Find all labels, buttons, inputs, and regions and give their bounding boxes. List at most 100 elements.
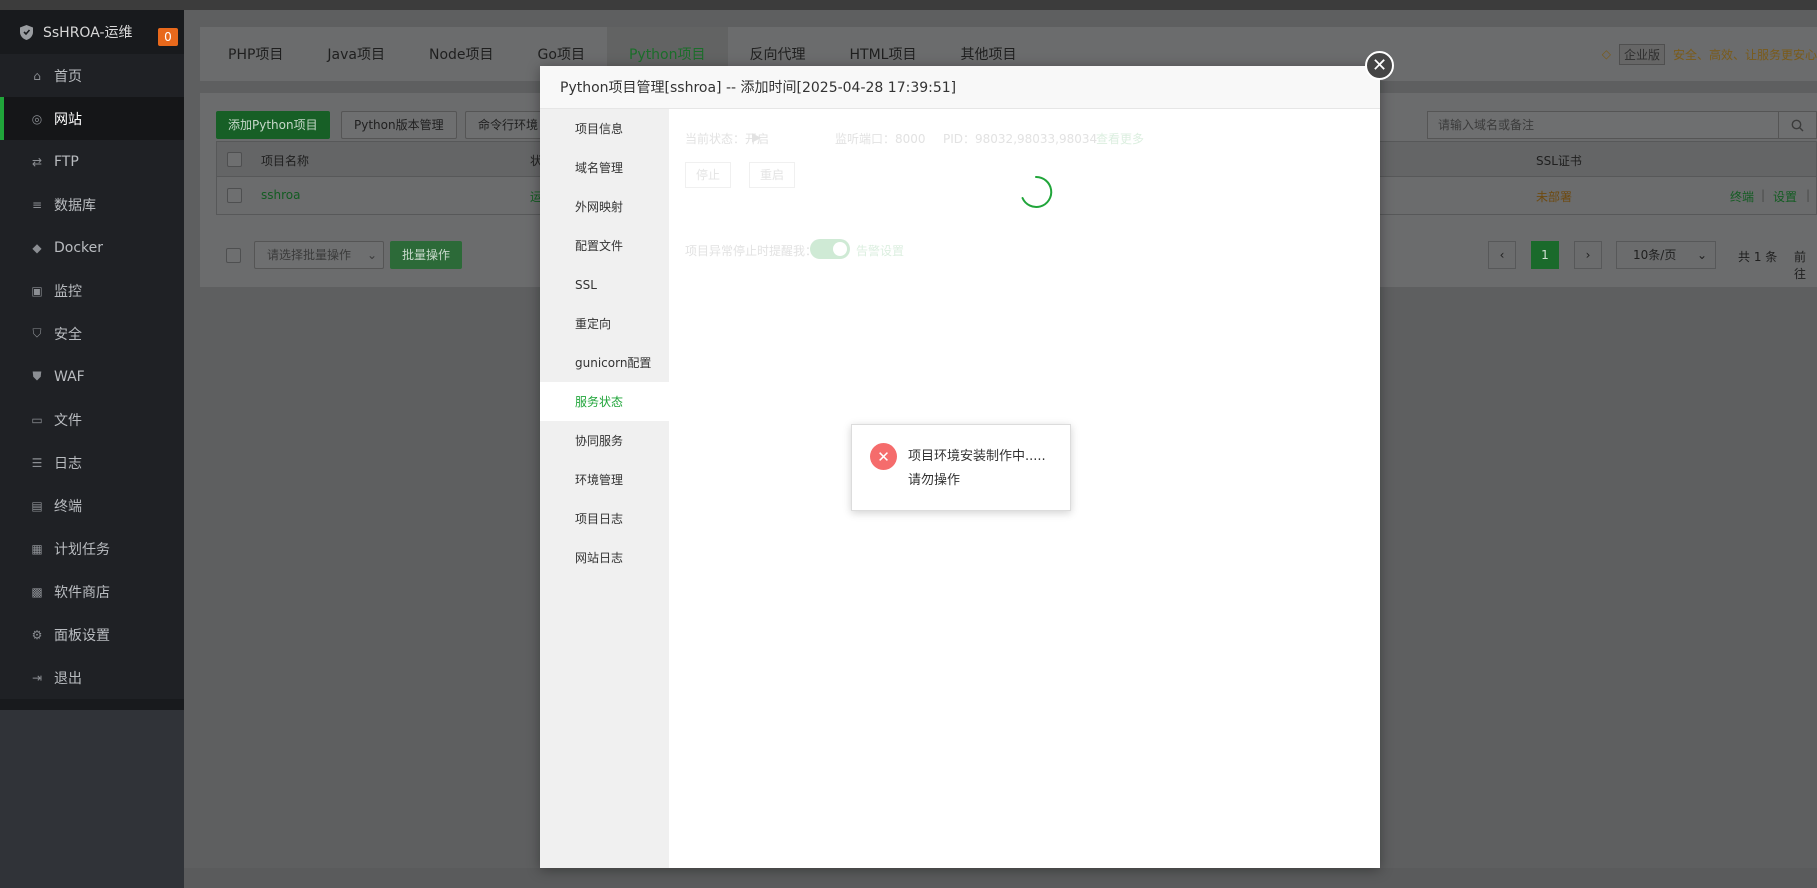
brand[interactable]: SsHROA-运维 0 — [0, 10, 184, 54]
batch-select-checkbox[interactable] — [226, 248, 241, 263]
modal-nav-item-5[interactable]: 重定向 — [540, 304, 669, 343]
modal-nav-item-7[interactable]: 服务状态 — [540, 382, 669, 421]
alert-toggle[interactable] — [810, 239, 850, 259]
prev-page-button[interactable]: ‹ — [1488, 241, 1516, 269]
add-python-project-button[interactable]: 添加Python项目 — [216, 111, 330, 139]
sidebar-item-1[interactable]: ◎ 网站 — [0, 97, 184, 140]
sidebar-item-9[interactable]: ☰ 日志 — [0, 441, 184, 484]
error-toast: ✕ 项目环境安装制作中.....请勿操作 — [851, 424, 1071, 511]
sidebar-item-label: 软件商店 — [54, 584, 110, 601]
sidebar-item-2[interactable]: ⇄ FTP — [0, 140, 184, 183]
search-input[interactable]: 请输入域名或备注 — [1427, 111, 1817, 139]
batch-action-button[interactable]: 批量操作 — [390, 241, 463, 269]
main-footer-strip — [184, 868, 1817, 888]
log-icon: ☰ — [31, 455, 43, 470]
col-project-name[interactable]: 项目名称 — [261, 152, 309, 169]
cli-env-button[interactable]: 命令行环境 — [465, 111, 545, 139]
sidebar-item-label: FTP — [54, 153, 79, 170]
modal-nav-item-0[interactable]: 项目信息 — [540, 109, 669, 148]
modal-nav-item-10[interactable]: 项目日志 — [540, 499, 669, 538]
calendar-icon: ▦ — [31, 541, 43, 556]
sidebar-item-10[interactable]: ▤ 终端 — [0, 484, 184, 527]
sidebar-item-13[interactable]: ⚙ 面板设置 — [0, 613, 184, 656]
diamond-icon: ◇ — [1601, 47, 1611, 61]
store-icon: ▩ — [31, 584, 43, 599]
listen-port-text: 监听端口：8000 — [835, 132, 926, 146]
search-placeholder: 请输入域名或备注 — [1438, 118, 1535, 132]
sidebar-item-7[interactable]: ⛊ WAF — [0, 355, 184, 398]
modal-nav-item-6[interactable]: gunicorn配置 — [540, 343, 669, 382]
select-all-checkbox[interactable] — [227, 152, 242, 167]
chevron-down-icon: ⌄ — [366, 248, 377, 262]
ssl-status[interactable]: 未部署 — [1536, 188, 1572, 205]
terminal-action-link[interactable]: 终端 — [1730, 188, 1754, 205]
sidebar-item-label: 网站 — [54, 111, 82, 128]
sidebar-item-label: 数据库 — [54, 197, 96, 214]
settings-action-link[interactable]: 设置 — [1773, 188, 1797, 205]
page-1-button[interactable]: 1 — [1531, 241, 1559, 269]
loading-spinner-icon — [1021, 175, 1053, 208]
modal-nav-item-4[interactable]: SSL — [540, 265, 669, 304]
action-divider: | — [1761, 188, 1766, 202]
gear-icon: ⚙ — [31, 627, 43, 642]
sidebar-item-label: 计划任务 — [54, 541, 110, 558]
pid-text: PID：98032,98033,98034 — [943, 132, 1098, 146]
stop-button[interactable]: 停止 — [685, 162, 732, 188]
batch-action-select[interactable]: 请选择批量操作 ⌄ — [254, 241, 384, 269]
modal-header: Python项目管理[sshroa] -- 添加时间[2025-04-28 17… — [540, 66, 1380, 109]
sidebar-item-0[interactable]: ⌂ 首页 — [0, 54, 184, 97]
terminal-icon: ▤ — [31, 498, 43, 513]
home-icon: ⌂ — [33, 68, 41, 83]
sidebar: SsHROA-运维 0 ⌂ 首页 ◎ 网站 ⇄ FTP ≡ 数据库 ◆ Docker ▣ 监控 ⛉ 安全 ⛊… — [0, 10, 184, 888]
alert-label: 项目异常停止时提醒我： — [685, 244, 818, 258]
window-top-strip — [0, 0, 1817, 10]
notification-badge[interactable]: 0 — [158, 28, 178, 46]
sidebar-item-label: WAF — [54, 368, 85, 385]
sidebar-item-8[interactable]: ▭ 文件 — [0, 398, 184, 441]
sidebar-item-label: Docker — [54, 239, 104, 256]
close-icon[interactable]: ✕ — [1365, 51, 1394, 80]
tab-1[interactable]: Java项目 — [305, 27, 407, 81]
tab-0[interactable]: PHP项目 — [206, 27, 305, 81]
waf-icon: ⛊ — [32, 369, 42, 383]
sidebar-item-label: 监控 — [54, 283, 82, 300]
sidebar-item-3[interactable]: ≡ 数据库 — [0, 183, 184, 226]
sidebar-item-12[interactable]: ▩ 软件商店 — [0, 570, 184, 613]
modal-nav-item-8[interactable]: 协同服务 — [540, 421, 669, 460]
next-page-button[interactable]: › — [1574, 241, 1602, 269]
project-name-link[interactable]: sshroa — [261, 188, 300, 202]
row-checkbox[interactable] — [227, 188, 242, 203]
alert-settings-link[interactable]: 告警设置 — [856, 242, 904, 259]
docker-icon: ◆ — [32, 240, 42, 255]
sidebar-item-label: 面板设置 — [54, 627, 110, 644]
restart-button[interactable]: 重启 — [749, 162, 796, 188]
total-count: 共 1 条 — [1738, 250, 1778, 264]
shield-logo-icon — [18, 24, 35, 41]
database-icon: ≡ — [31, 197, 43, 212]
sidebar-item-label: 文件 — [54, 412, 82, 429]
monitor-icon: ▣ — [31, 283, 43, 298]
modal-nav-item-9[interactable]: 环境管理 — [540, 460, 669, 499]
modal-nav-item-1[interactable]: 域名管理 — [540, 148, 669, 187]
sidebar-item-5[interactable]: ▣ 监控 — [0, 269, 184, 312]
sidebar-item-14[interactable]: ⇥ 退出 — [0, 656, 184, 699]
promo-banner[interactable]: ◇ 企业版 安全、高效、让服务更安心 — [1602, 41, 1817, 67]
view-more-link[interactable]: 查看更多 — [1096, 130, 1144, 147]
sidebar-item-11[interactable]: ▦ 计划任务 — [0, 527, 184, 570]
sidebar-item-4[interactable]: ◆ Docker — [0, 226, 184, 269]
ftp-icon: ⇄ — [31, 154, 43, 169]
modal-title: Python项目管理[sshroa] -- 添加时间[2025-04-28 17… — [560, 80, 957, 96]
modal-nav-item-2[interactable]: 外网映射 — [540, 187, 669, 226]
page-size-select[interactable]: 10条/页 ⌄ — [1616, 241, 1716, 269]
folder-icon: ▭ — [31, 412, 43, 427]
modal-nav-item-3[interactable]: 配置文件 — [540, 226, 669, 265]
sidebar-item-label: 首页 — [54, 68, 82, 85]
modal-nav-item-11[interactable]: 网站日志 — [540, 538, 669, 577]
sidebar-item-label: 安全 — [54, 326, 82, 343]
python-version-button[interactable]: Python版本管理 — [341, 111, 457, 139]
toast-message: 项目环境安装制作中.....请勿操作 — [908, 449, 1046, 488]
search-icon[interactable] — [1778, 112, 1816, 138]
tab-2[interactable]: Node项目 — [407, 27, 516, 81]
error-icon: ✕ — [870, 443, 897, 470]
sidebar-item-6[interactable]: ⛉ 安全 — [0, 312, 184, 355]
